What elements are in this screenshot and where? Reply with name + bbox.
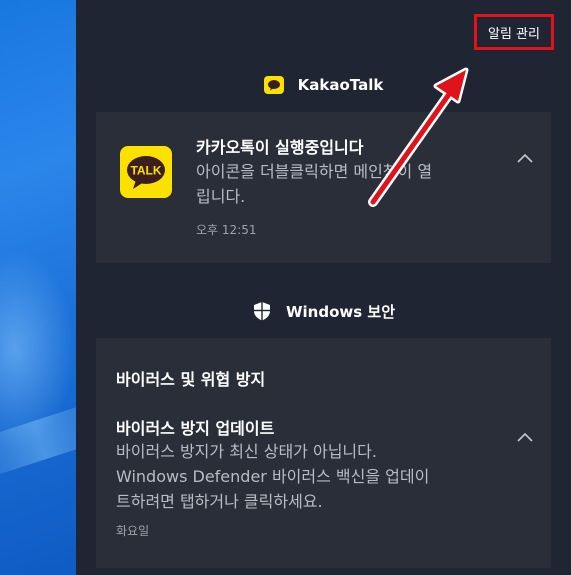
notification-title: 바이러스 방지 업데이트 — [116, 419, 275, 438]
notification-body-line: 트하려면 탭하거나 클릭하세요. — [116, 492, 323, 511]
notification-body: 바이러스 방지가 최신 상태가 아닙니다. Windows Defender 바… — [116, 439, 496, 514]
kakaotalk-icon — [263, 76, 284, 94]
notification-timestamp: 오후 12:51 — [196, 223, 257, 237]
talk-speech-bubble-icon: TALK — [127, 156, 165, 189]
windows-security-shield-icon — [253, 302, 270, 321]
notification-body-line: Windows Defender 바이러스 백신을 업데이 — [116, 467, 430, 486]
group-header-kakaotalk[interactable]: KakaoTalk — [76, 73, 571, 97]
notification-card-windows-security[interactable]: 바이러스 및 위협 방지 바이러스 방지 업데이트 바이러스 방지가 최신 상태… — [96, 338, 551, 568]
collapse-chevron-up-icon[interactable] — [516, 431, 534, 443]
notification-card-kakaotalk[interactable]: TALK 카카오톡이 실행중입니다 아이콘을 더블클릭하면 메인창이 열 립니다… — [96, 112, 551, 263]
desktop-wallpaper — [0, 0, 76, 575]
notification-body-line: 아이콘을 더블클릭하면 메인창이 열 — [196, 162, 433, 181]
notification-body-line: 바이러스 방지가 최신 상태가 아닙니다. — [116, 442, 377, 461]
group-header-windows-security[interactable]: Windows 보안 — [76, 299, 571, 323]
action-center-panel: 알림 관리 KakaoTalk TALK 카카오톡이 실행중입니다 아이콘을 더… — [76, 0, 571, 575]
notification-title: 카카오톡이 실행중입니다 — [196, 138, 364, 157]
collapse-chevron-up-icon[interactable] — [516, 152, 534, 164]
group-app-name: KakaoTalk — [297, 76, 384, 94]
group-app-name: Windows 보안 — [285, 302, 396, 321]
notification-body: 아이콘을 더블클릭하면 메인창이 열 립니다. — [196, 159, 506, 209]
manage-notifications-link[interactable]: 알림 관리 — [474, 14, 554, 50]
talk-logo-text: TALK — [130, 164, 161, 178]
kakaotalk-logo-icon: TALK — [120, 146, 172, 198]
screen: 알림 관리 KakaoTalk TALK 카카오톡이 실행중입니다 아이콘을 더… — [0, 0, 571, 575]
notification-heading: 바이러스 및 위협 방지 — [116, 370, 266, 389]
notification-timestamp: 화요일 — [116, 524, 150, 538]
notification-body-line: 립니다. — [196, 187, 246, 206]
